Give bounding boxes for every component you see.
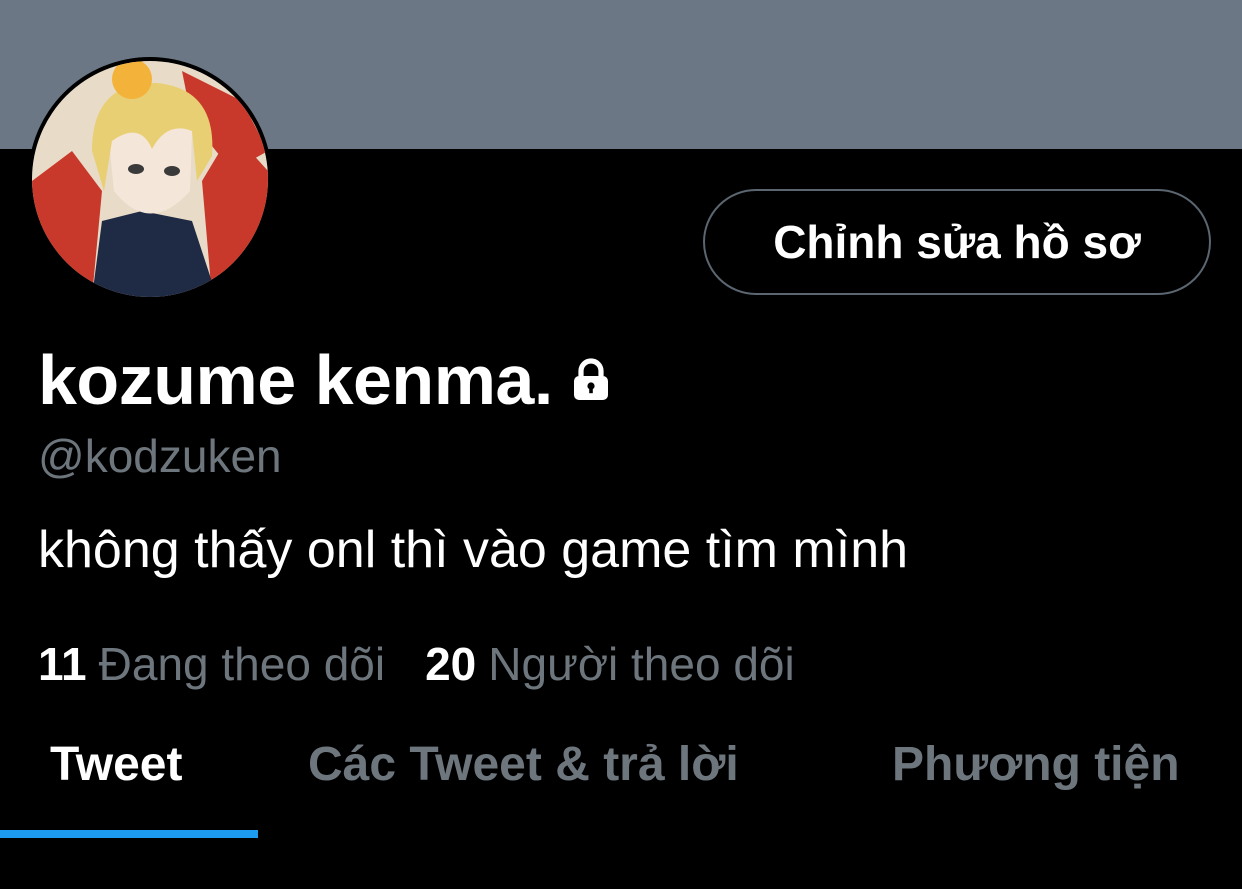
- followers-stat[interactable]: 20 Người theo dõi: [425, 636, 795, 692]
- lock-icon: [573, 358, 608, 400]
- avatar-image: [32, 61, 268, 297]
- following-count: 11: [38, 638, 87, 690]
- followers-count: 20: [425, 638, 477, 690]
- follow-stats: 11 Đang theo dõi 20 Người theo dõi: [38, 636, 835, 692]
- followers-label: Người theo dõi: [488, 638, 795, 690]
- profile-name-row: kozume kenma.: [38, 338, 615, 422]
- profile-bio: không thấy onl thì vào game tìm mình: [38, 521, 909, 579]
- avatar[interactable]: [28, 57, 272, 301]
- active-tab-indicator: [0, 830, 258, 838]
- profile-handle: @kodzuken: [38, 430, 282, 482]
- tab-media[interactable]: Phương tiện: [892, 720, 1180, 808]
- profile-tabs: Tweet Các Tweet & trả lời Phương tiện: [0, 720, 1242, 840]
- tab-tweets[interactable]: Tweet: [50, 720, 182, 808]
- following-label: Đang theo dõi: [98, 638, 386, 690]
- tab-tweets-and-replies[interactable]: Các Tweet & trả lời: [308, 720, 739, 808]
- edit-profile-button[interactable]: Chỉnh sửa hồ sơ: [703, 189, 1211, 295]
- following-stat[interactable]: 11 Đang theo dõi: [38, 636, 385, 692]
- display-name: kozume kenma.: [38, 341, 553, 419]
